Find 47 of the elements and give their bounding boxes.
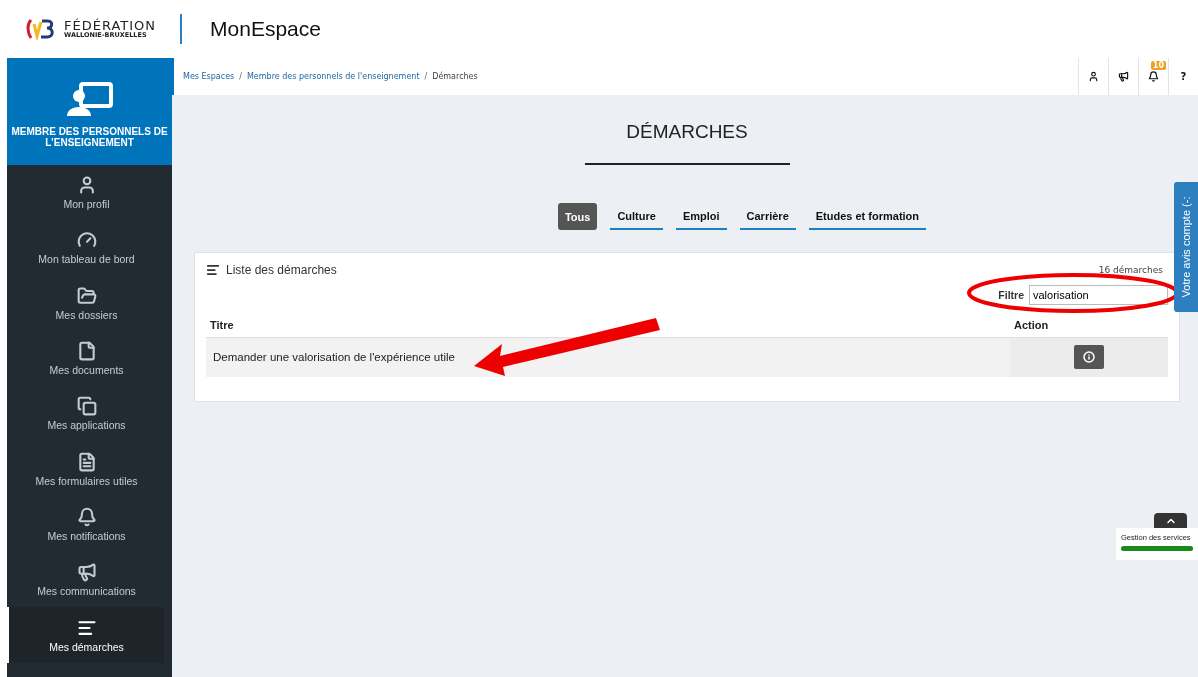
feedback-tab[interactable]: Votre avis compte (-: xyxy=(1174,182,1198,312)
sidebar-item[interactable]: Mes dossiers xyxy=(7,275,164,331)
table-cell: Demander une valorisation de l'expérience utile xyxy=(206,337,1010,377)
filter-tab[interactable]: Carrière xyxy=(739,203,796,230)
column-header[interactable]: Action xyxy=(1010,313,1168,338)
page-title: DÉMARCHES xyxy=(626,121,748,143)
breadcrumb-link[interactable]: Membre des personnels de l'enseignement xyxy=(246,72,420,81)
sidebar-item[interactable]: Mes documents xyxy=(7,330,164,387)
sidebar-item[interactable]: Mes formulaires utiles xyxy=(7,441,164,497)
breadcrumb-separator: / xyxy=(424,72,428,81)
notification-badge: 10 xyxy=(1150,61,1166,70)
sidebar-item[interactable]: Mes démarches xyxy=(7,607,164,663)
document-icon xyxy=(76,341,97,362)
logo-icon xyxy=(26,18,54,40)
result-count: 16 démarches xyxy=(1098,265,1163,275)
megaphone-icon xyxy=(76,562,97,583)
filter-label: Filtre xyxy=(998,289,1024,301)
breadcrumb-separator: / xyxy=(239,72,242,81)
teacher-board-icon xyxy=(66,81,113,116)
sidebar-item[interactable]: Mon profil xyxy=(7,165,164,221)
sidebar-item[interactable]: Mes communications xyxy=(7,552,164,608)
breadcrumb-link[interactable]: Mes Espaces xyxy=(183,72,235,81)
logo-title: FÉDÉRATION xyxy=(64,19,157,33)
app-title: MonEspace xyxy=(210,17,321,41)
filter-field[interactable]: valorisation xyxy=(1029,285,1168,305)
megaphone-icon xyxy=(1118,71,1129,82)
space-title: MEMBRE DES PERSONNELS DE L'ENSEIGNEMENT xyxy=(10,125,169,148)
filter-tab[interactable]: Etudes et formation xyxy=(808,203,927,230)
help-button[interactable]: ? xyxy=(1168,58,1198,95)
card-title: Liste des démarches xyxy=(226,263,337,277)
breadcrumb-link[interactable]: Démarches xyxy=(432,72,478,81)
folder-icon xyxy=(76,285,97,306)
bell-icon xyxy=(1148,71,1159,82)
pdf-file-icon xyxy=(76,451,97,472)
filter-tab[interactable]: Culture xyxy=(610,203,663,230)
sidebar-item[interactable]: Mon tableau de bord xyxy=(7,220,164,276)
info-button[interactable] xyxy=(1074,345,1104,370)
sidebar-item[interactable]: Mes notifications xyxy=(7,496,164,553)
list-icon xyxy=(206,263,220,277)
scroll-top-button[interactable] xyxy=(1154,513,1187,528)
bell-icon xyxy=(76,506,97,527)
user-icon xyxy=(1088,71,1099,82)
filter-tab[interactable]: Tous xyxy=(557,203,598,230)
windows-icon xyxy=(76,396,97,417)
sidebar-item[interactable]: Mes applications xyxy=(7,386,164,442)
filter-tab[interactable]: Emploi xyxy=(675,203,727,230)
info-icon xyxy=(1083,351,1095,364)
